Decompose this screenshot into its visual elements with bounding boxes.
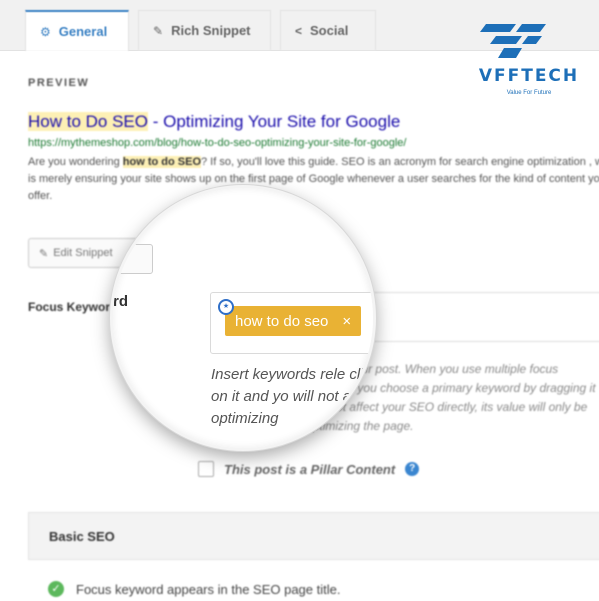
serp-title[interactable]: How to Do SEO - Optimizing Your Site for… — [28, 112, 400, 132]
primary-star-icon: ★ — [218, 299, 234, 315]
serp-desc-keyword: how to do SEO — [122, 156, 201, 168]
tab-general[interactable]: ⚙ General — [25, 10, 129, 51]
basic-seo-header[interactable]: Basic SEO — [28, 512, 599, 560]
tab-rich-snippet[interactable]: ✎ Rich Snippet — [138, 10, 271, 50]
serp-title-keyword: How to Do SEO — [28, 112, 148, 131]
pillar-content-option[interactable]: This post is a Pillar Content ? — [198, 461, 420, 477]
tab-label: Rich Snippet — [171, 23, 251, 38]
pillar-content-checkbox[interactable] — [198, 461, 214, 477]
pillar-content-label: This post is a Pillar Content — [224, 461, 396, 477]
share-icon: < — [295, 23, 303, 38]
brand-logo: VFFTECH Value For Future — [464, 16, 594, 106]
magnifier-lens: rd how to do seo × ★ Insert keywords rel… — [110, 185, 376, 451]
brand-logo-mark — [480, 24, 546, 58]
magnified-content: rd how to do seo × ★ Insert keywords rel… — [113, 188, 373, 448]
edit-snippet-button-magnified[interactable] — [113, 244, 153, 274]
pin-icon: ✎ — [153, 23, 164, 38]
serp-title-rest: - Optimizing Your Site for Google — [148, 112, 401, 131]
pencil-icon: ✎ — [39, 247, 49, 260]
focus-keyword-label-magnified: rd — [113, 293, 128, 310]
keyword-tag[interactable]: how to do seo × — [225, 306, 362, 336]
gear-icon: ⚙ — [40, 24, 51, 39]
brand-logo-tagline: Value For Future — [506, 90, 552, 96]
tab-social[interactable]: < Social — [280, 10, 376, 50]
info-icon[interactable]: ? — [405, 462, 420, 476]
focus-keyword-label: Focus Keyword — [28, 300, 118, 314]
serp-desc-before: Are you wondering — [28, 156, 123, 168]
brand-logo-text: VFFTECH — [478, 66, 580, 86]
keyword-tag-label: how to do seo — [235, 312, 329, 330]
focus-keyword-help-magnified: Insert keywords rele clicking on it and … — [211, 366, 376, 427]
serp-url: https://mythemeshop.com/blog/how-to-do-s… — [28, 137, 407, 149]
basic-seo-title: Basic SEO — [49, 529, 115, 544]
check-circle-icon: ✓ — [48, 581, 64, 597]
tab-label: Social — [310, 23, 349, 38]
tab-label: General — [58, 24, 108, 39]
seo-check-row: ✓ Focus keyword appears in the SEO page … — [48, 581, 340, 597]
edit-snippet-label: Edit Snippet — [53, 247, 113, 259]
seo-check-text: Focus keyword appears in the SEO page ti… — [76, 581, 341, 597]
preview-heading: PREVIEW — [28, 77, 90, 89]
remove-keyword-icon[interactable]: × — [342, 313, 351, 330]
